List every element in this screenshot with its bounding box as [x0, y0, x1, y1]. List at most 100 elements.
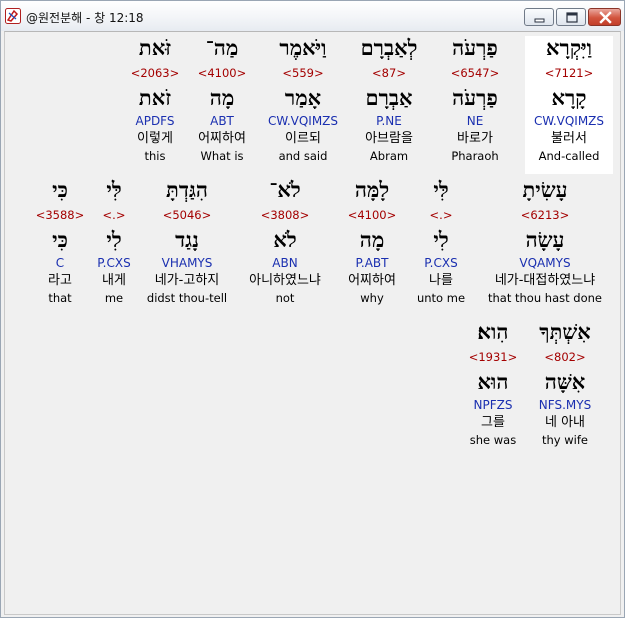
hebrew-root: אִשָּׁה — [544, 369, 586, 394]
minimize-icon — [534, 18, 545, 23]
hebrew-root: זֹאת — [138, 85, 172, 110]
word-cell[interactable]: לָמָּה <4100> מָה P.ABT 어찌하여 why — [339, 178, 405, 316]
morphology-code: P.NE — [376, 114, 402, 128]
morphology-code: P.ABT — [355, 256, 389, 270]
morphology-code: P.CXS — [97, 256, 131, 270]
strong-number[interactable]: <2063> — [125, 66, 185, 80]
hebrew-word: אִשְׁתְּךָ — [539, 319, 591, 344]
korean-gloss: 내게 — [102, 273, 126, 288]
word-cell[interactable]: הִגַּדְתָּ <5046> נָגַד VHAMYS 네가-고하지 di… — [143, 178, 231, 316]
hebrew-word: לִּי — [433, 177, 449, 202]
hebrew-word: הִגַּדְתָּ — [166, 177, 208, 202]
title-bar[interactable]: @원전분해 - 창 12:18 — [1, 1, 624, 31]
maximize-button[interactable] — [556, 8, 586, 26]
word-cell[interactable]: פַרְעֹה <6547> פַרְעֹה NE 바로가 Pharaoh — [435, 36, 515, 174]
morphology-code: CW.VQIMZS — [267, 114, 339, 128]
korean-gloss: 어찌하여 — [348, 273, 396, 288]
korean-gloss: 이렇게 — [137, 131, 173, 146]
word-cell[interactable]: מַה־ <4100> מָה ABT 어찌하여 What is — [191, 36, 253, 174]
english-gloss: Abram — [369, 149, 409, 163]
morphology-code: NE — [466, 114, 484, 128]
korean-gloss: 그를 — [481, 415, 505, 430]
maximize-icon — [566, 12, 578, 23]
strong-number[interactable]: <5046> — [143, 208, 231, 222]
morphology-code: P.CXS — [424, 256, 458, 270]
strong-number[interactable]: <802> — [529, 350, 601, 364]
word-cell[interactable]: וַיֹּאמֶר <559> אָמַר CW.VQIMZS 이르되 and … — [263, 36, 343, 174]
word-cell[interactable]: עָשִׂיתָ <6213> עָשָׂה VQAMYS 네가-대접하였느냐 … — [479, 178, 611, 316]
word-cell[interactable]: לֹא־ <3808> לֹא ABN 아니하였느냐 not — [239, 178, 331, 316]
english-gloss: why — [360, 291, 384, 305]
morphology-code: ABN — [272, 256, 298, 270]
hebrew-root: עָשָׂה — [525, 227, 565, 252]
strong-number[interactable]: <3588> — [35, 208, 85, 222]
english-gloss: that — [48, 291, 72, 305]
korean-gloss: 라고 — [48, 273, 72, 288]
morphology-code: CW.VQIMZS — [533, 114, 605, 128]
korean-gloss: 네가-대접하였느냐 — [494, 273, 596, 288]
hebrew-root: אַבְרָם — [365, 85, 413, 110]
interlinear-panel[interactable]: וַיִּקְרָא <7121> קָרָא CW.VQIMZS 불러서 An… — [4, 31, 621, 615]
morphology-code: NFS.MYS — [538, 398, 592, 412]
english-gloss: she was — [469, 433, 517, 447]
hebrew-root: אָמַר — [284, 85, 322, 110]
morphology-code: VHAMYS — [161, 256, 213, 270]
hebrew-word: פַרְעֹה — [452, 35, 498, 60]
word-cell[interactable]: זֹּאת <2063> זֹאת APDFS 이렇게 this — [125, 36, 185, 174]
korean-gloss: 불러서 — [551, 131, 587, 146]
korean-gloss: 어찌하여 — [198, 131, 246, 146]
word-cell[interactable]: לִּי <.> לִי P.CXS 나를 unto me — [411, 178, 471, 316]
strong-number[interactable]: <.> — [91, 208, 137, 222]
korean-gloss: 아브람을 — [365, 131, 413, 146]
strong-number[interactable]: <87> — [349, 66, 429, 80]
hebrew-word: הִוא׃ — [477, 319, 509, 344]
word-cell[interactable]: לְאַבְרָם <87> אַבְרָם P.NE 아브람을 Abram — [349, 36, 429, 174]
hebrew-root: מָה — [209, 85, 235, 110]
hebrew-word: לִּי — [106, 177, 122, 202]
close-button[interactable] — [588, 8, 621, 26]
window-title: @원전분해 - 창 12:18 — [26, 11, 144, 25]
strong-number[interactable]: <559> — [263, 66, 343, 80]
english-gloss: And-called — [538, 149, 600, 163]
hebrew-word: וַיֹּאמֶר — [279, 35, 327, 60]
word-cell[interactable]: אִשְׁתְּךָ <802> אִשָּׁה NFS.MYS 네 아내 th… — [529, 320, 601, 458]
word-cell[interactable]: הִוא׃ <1931> הוּא NPFZS 그를 she was — [461, 320, 525, 458]
korean-gloss: 이르되 — [285, 131, 321, 146]
hebrew-root: כִּי — [52, 227, 68, 252]
english-gloss: What is — [200, 149, 244, 163]
word-cell[interactable]: וַיִּקְרָא <7121> קָרָא CW.VQIMZS 불러서 An… — [525, 36, 613, 174]
app-logo-icon — [5, 8, 21, 24]
strong-number[interactable]: <1931> — [461, 350, 525, 364]
app-window: @원전분해 - 창 12:18 וַיִּקְרָא <7121> קָרָא … — [0, 0, 625, 618]
close-icon — [599, 11, 612, 24]
english-gloss: not — [275, 291, 295, 305]
hebrew-root: נָגַד — [175, 227, 199, 252]
strong-number[interactable]: <6547> — [435, 66, 515, 80]
hebrew-root: לִי — [433, 227, 449, 252]
hebrew-word: לֹא־ — [269, 177, 301, 202]
strong-number[interactable]: <3808> — [239, 208, 331, 222]
hebrew-word: כִּי — [52, 177, 68, 202]
morphology-code: C — [55, 256, 65, 270]
hebrew-root: הוּא — [477, 369, 509, 394]
english-gloss: didst thou-tell — [146, 291, 228, 305]
strong-number[interactable]: <4100> — [339, 208, 405, 222]
strong-number[interactable]: <6213> — [479, 208, 611, 222]
word-cell[interactable]: כִּי <3588> כִּי C 라고 that — [35, 178, 85, 316]
korean-gloss: 나를 — [429, 273, 453, 288]
english-gloss: me — [104, 291, 124, 305]
morphology-code: ABT — [210, 114, 234, 128]
strong-number[interactable]: <4100> — [191, 66, 253, 80]
english-gloss: thy wife — [542, 433, 588, 447]
word-cell[interactable]: לִּי <.> לִי P.CXS 내게 me — [91, 178, 137, 316]
english-gloss: unto me — [416, 291, 466, 305]
english-gloss: that thou hast done — [488, 291, 602, 305]
morphology-code: NPFZS — [473, 398, 513, 412]
hebrew-word: עָשִׂיתָ — [522, 177, 568, 202]
korean-gloss: 네가-고하지 — [154, 273, 220, 288]
strong-number[interactable]: <.> — [411, 208, 471, 222]
morphology-code: APDFS — [135, 114, 175, 128]
minimize-button[interactable] — [524, 8, 554, 26]
strong-number[interactable]: <7121> — [525, 66, 613, 80]
korean-gloss: 네 아내 — [544, 415, 585, 430]
